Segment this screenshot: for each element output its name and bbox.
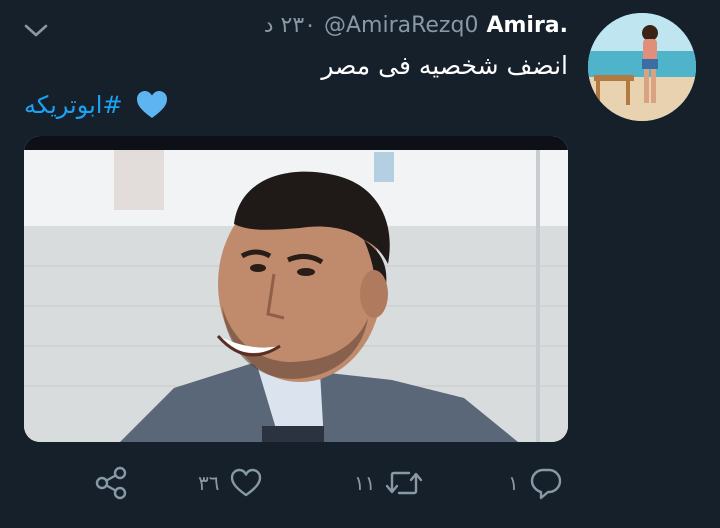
heart-icon bbox=[229, 467, 263, 499]
share-button[interactable] bbox=[94, 458, 128, 508]
blue-heart-icon bbox=[135, 89, 169, 121]
retweet-button[interactable]: ١١ bbox=[354, 458, 423, 508]
tweet-action-bar: ٣٦ ١١ ١ bbox=[0, 458, 720, 508]
reply-count: ١ bbox=[508, 471, 519, 495]
avatar-photo bbox=[588, 13, 696, 121]
retweet-icon bbox=[385, 467, 423, 499]
chevron-down-icon[interactable] bbox=[22, 18, 50, 42]
retweet-count: ١١ bbox=[354, 471, 376, 495]
hashtag-link[interactable]: #ابوتريكه bbox=[24, 91, 123, 119]
display-name[interactable]: Amira. bbox=[486, 13, 568, 38]
tweet-text: انضف شخصيه فى مصر bbox=[321, 51, 568, 80]
like-count: ٣٦ bbox=[198, 471, 220, 495]
tweet-media-image[interactable] bbox=[24, 136, 568, 442]
tweet-header: ٢٣٠ د @AmiraRezq0 Amira. bbox=[264, 12, 568, 40]
hashtag-line: #ابوتريكه bbox=[24, 88, 169, 122]
tweet-timestamp[interactable]: ٢٣٠ د bbox=[264, 13, 316, 38]
user-handle[interactable]: @AmiraRezq0 bbox=[324, 13, 478, 38]
avatar[interactable] bbox=[588, 13, 696, 121]
like-button[interactable]: ٣٦ bbox=[198, 458, 263, 508]
reply-button[interactable]: ١ bbox=[508, 458, 563, 508]
reply-icon bbox=[529, 466, 563, 500]
share-icon bbox=[94, 466, 128, 500]
media-photo bbox=[24, 136, 568, 442]
